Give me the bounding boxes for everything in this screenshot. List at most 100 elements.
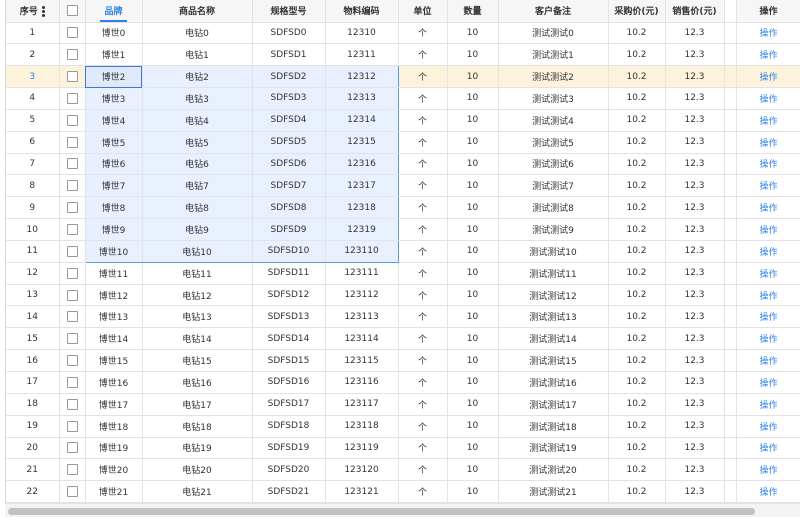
checkbox-icon[interactable] [66, 420, 78, 432]
checkbox-icon[interactable] [66, 267, 78, 279]
table-row[interactable]: 22 博世21 电钻21 SDFSD21 123121 个 10 测试测试21 10.2 12.3… [6, 480, 800, 503]
cell-chk[interactable] [59, 218, 86, 241]
checkbox-icon[interactable] [66, 136, 78, 148]
table-row[interactable]: 4 博世3 电钻3 SDFSD3 12313 个 10 测试测试3 10.2 12.3 操作 [6, 87, 800, 110]
cell-chk[interactable] [59, 153, 86, 176]
cell-chk[interactable] [59, 437, 86, 460]
checkbox-icon[interactable] [66, 5, 78, 17]
table-row[interactable]: 10 博世9 电钻9 SDFSD9 12319 个 10 测试测试9 10.2 12.3 操作 [6, 218, 800, 241]
cell-chk[interactable] [59, 196, 86, 220]
cell-chk[interactable] [59, 371, 86, 394]
cell-action[interactable]: 操作 [736, 327, 800, 351]
cell-chk[interactable] [59, 262, 86, 285]
header-qty[interactable]: 数量 [447, 0, 499, 23]
checkbox-icon[interactable] [66, 49, 78, 61]
checkbox-icon[interactable] [66, 114, 78, 126]
checkbox-icon[interactable] [66, 27, 78, 39]
cell-chk[interactable] [59, 174, 86, 198]
cell-chk[interactable] [59, 87, 86, 110]
cell-action[interactable]: 操作 [736, 218, 800, 241]
table-row[interactable]: 7 博世6 电钻6 SDFSD6 12316 个 10 测试测试6 10.2 12.3 操作 [6, 153, 800, 176]
cell-action[interactable]: 操作 [736, 480, 800, 503]
cell-action[interactable]: 操作 [736, 262, 800, 285]
table-row[interactable]: 2 博世1 电钻1 SDFSD1 12311 个 10 测试测试1 10.2 12.3 操作 [6, 43, 800, 67]
cell-action[interactable]: 操作 [736, 65, 800, 89]
header-buy-price[interactable]: 采购价(元) [608, 0, 666, 23]
checkbox-icon[interactable] [66, 202, 78, 214]
table-row[interactable]: 11 博世10 电钻10 SDFSD10 123110 个 10 测试测试10 10.2 12.3… [6, 240, 800, 263]
table-row[interactable]: 1 博世0 电钻0 SDFSD0 12310 个 10 测试测试0 10.2 12.3 操作 [6, 22, 800, 45]
cell-action[interactable]: 操作 [736, 284, 800, 307]
table-row[interactable]: 15 博世14 电钻14 SDFSD14 123114 个 10 测试测试14 10.2 12.3… [6, 327, 800, 351]
checkbox-icon[interactable] [66, 92, 78, 104]
checkbox-icon[interactable] [66, 289, 78, 301]
table-row[interactable]: 21 博世20 电钻20 SDFSD20 123120 个 10 测试测试20 10.2 12.3… [6, 458, 800, 482]
cell-chk[interactable] [59, 109, 86, 132]
cell-action[interactable]: 操作 [736, 437, 800, 460]
cell-chk[interactable] [59, 305, 86, 329]
checkbox-icon[interactable] [66, 311, 78, 323]
scrollbar-thumb[interactable] [8, 508, 755, 515]
header-index[interactable]: 序号 [6, 0, 60, 23]
header-sell-price[interactable]: 销售价(元) [665, 0, 725, 23]
checkbox-icon[interactable] [66, 464, 78, 476]
cell-chk[interactable] [59, 458, 86, 482]
cell-action[interactable]: 操作 [736, 349, 800, 372]
horizontal-scrollbar[interactable] [5, 503, 800, 517]
checkbox-icon[interactable] [66, 333, 78, 345]
header-code[interactable]: 物料编码 [325, 0, 399, 23]
cell-action[interactable]: 操作 [736, 22, 800, 45]
table-row[interactable]: 5 博世4 电钻4 SDFSD4 12314 个 10 测试测试4 10.2 12.3 操作 [6, 109, 800, 132]
table-row[interactable]: 14 博世13 电钻13 SDFSD13 123113 个 10 测试测试13 10.2 12.3… [6, 305, 800, 329]
cell-action[interactable]: 操作 [736, 415, 800, 438]
cell-action[interactable]: 操作 [736, 153, 800, 176]
checkbox-icon[interactable] [66, 180, 78, 192]
table-row[interactable]: 9 博世8 电钻8 SDFSD8 12318 个 10 测试测试8 10.2 12.3 操作 [6, 196, 800, 220]
header-unit[interactable]: 单位 [398, 0, 448, 23]
header-select-all[interactable] [59, 0, 86, 23]
table-row[interactable]: 6 博世5 电钻5 SDFSD5 12315 个 10 测试测试5 10.2 12.3 操作 [6, 131, 800, 154]
cell-chk[interactable] [59, 131, 86, 154]
cell-action[interactable]: 操作 [736, 174, 800, 198]
cell-action[interactable]: 操作 [736, 43, 800, 67]
table-row[interactable]: 16 博世15 电钻15 SDFSD15 123115 个 10 测试测试15 10.2 12.3… [6, 349, 800, 372]
checkbox-icon[interactable] [66, 442, 78, 454]
header-note[interactable]: 客户备注 [498, 0, 609, 23]
cell-chk[interactable] [59, 22, 86, 45]
table-row[interactable]: 17 博世16 电钻16 SDFSD16 123116 个 10 测试测试16 10.2 12.3… [6, 371, 800, 394]
header-name[interactable]: 商品名称 [142, 0, 253, 23]
cell-action[interactable]: 操作 [736, 240, 800, 263]
cell-chk[interactable] [59, 393, 86, 416]
cell-chk[interactable] [59, 240, 86, 263]
cell-chk[interactable] [59, 65, 86, 89]
cell-action[interactable]: 操作 [736, 131, 800, 154]
table-row[interactable]: 18 博世17 电钻17 SDFSD17 123117 个 10 测试测试17 10.2 12.3… [6, 393, 800, 416]
checkbox-icon[interactable] [66, 224, 78, 236]
cell-action[interactable]: 操作 [736, 109, 800, 132]
checkbox-icon[interactable] [66, 376, 78, 388]
cell-chk[interactable] [59, 327, 86, 351]
table-row[interactable]: 13 博世12 电钻12 SDFSD12 123112 个 10 测试测试12 10.2 12.3… [6, 284, 800, 307]
checkbox-icon[interactable] [66, 245, 78, 257]
cell-chk[interactable] [59, 480, 86, 503]
header-brand[interactable]: 品牌 [85, 0, 143, 23]
header-spec[interactable]: 规格型号 [252, 0, 326, 23]
cell-chk[interactable] [59, 415, 86, 438]
cell-action[interactable]: 操作 [736, 305, 800, 329]
checkbox-icon[interactable] [66, 158, 78, 170]
cell-action[interactable]: 操作 [736, 393, 800, 416]
cell-action[interactable]: 操作 [736, 371, 800, 394]
table-row[interactable]: 3 博世2 电钻2 SDFSD2 12312 个 10 测试测试2 10.2 12.3 操作 [6, 65, 800, 89]
kebab-menu-icon[interactable] [41, 5, 45, 18]
checkbox-icon[interactable] [66, 486, 78, 498]
cell-action[interactable]: 操作 [736, 458, 800, 482]
cell-chk[interactable] [59, 284, 86, 307]
cell-action[interactable]: 操作 [736, 196, 800, 220]
table-row[interactable]: 20 博世19 电钻19 SDFSD19 123119 个 10 测试测试19 10.2 12.3… [6, 437, 800, 460]
table-row[interactable]: 12 博世11 电钻11 SDFSD11 123111 个 10 测试测试11 10.2 12.3… [6, 262, 800, 285]
checkbox-icon[interactable] [66, 71, 78, 83]
checkbox-icon[interactable] [66, 398, 78, 410]
cell-chk[interactable] [59, 349, 86, 372]
checkbox-icon[interactable] [66, 355, 78, 367]
table-row[interactable]: 19 博世18 电钻18 SDFSD18 123118 个 10 测试测试18 10.2 12.3… [6, 415, 800, 438]
